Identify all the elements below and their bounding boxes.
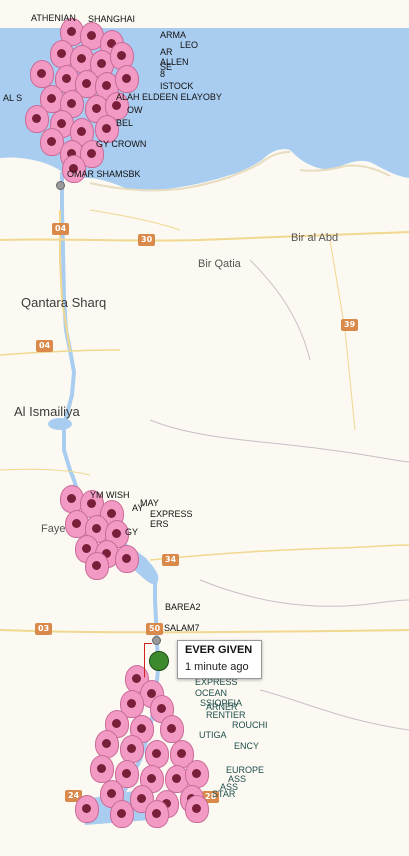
vessel-marker-icon[interactable] bbox=[95, 730, 119, 758]
vessel-label[interactable]: OCEAN bbox=[195, 689, 227, 698]
vessel-marker-icon[interactable] bbox=[145, 800, 169, 828]
vessel-label[interactable]: RENTIER bbox=[206, 711, 246, 720]
vessel-label[interactable]: BAREA2 bbox=[165, 603, 201, 612]
vessel-label[interactable]: BEL bbox=[116, 119, 133, 128]
map-canvas[interactable]: Qantara Sharq Al Ismailiya Bir al Abd Bi… bbox=[0, 0, 409, 856]
vessel-label[interactable]: SE bbox=[160, 63, 172, 72]
vessel-marker-icon[interactable] bbox=[145, 740, 169, 768]
vessel-label[interactable]: ATHENIAN bbox=[31, 14, 76, 23]
place-bir-qatia: Bir Qatia bbox=[198, 258, 241, 270]
vessel-label[interactable]: ALAH ELDEEN ELAYOBY bbox=[116, 93, 222, 102]
vessel-label[interactable]: LEO bbox=[180, 41, 198, 50]
vessel-label[interactable]: ARMA bbox=[160, 31, 186, 40]
vessel-label[interactable]: AY bbox=[132, 504, 143, 513]
road-shield: 03 bbox=[35, 623, 53, 635]
tooltip-timestamp: 1 minute ago bbox=[185, 661, 249, 673]
vessel-marker-icon[interactable] bbox=[160, 715, 184, 743]
ever-given-marker-icon[interactable] bbox=[149, 651, 169, 671]
vessel-label[interactable]: ARNER bbox=[206, 703, 238, 712]
vessel-marker-icon[interactable] bbox=[30, 60, 54, 88]
vessel-label[interactable]: UTIGA bbox=[199, 731, 227, 740]
vessel-label[interactable]: SHANGHAI bbox=[88, 15, 135, 24]
tooltip-vessel-name: EVER GIVEN bbox=[185, 644, 253, 656]
vessel-label[interactable]: EXPRESS bbox=[150, 510, 193, 519]
vessel-tooltip[interactable]: EVER GIVEN 1 minute ago bbox=[177, 640, 262, 679]
vessel-label[interactable]: GY bbox=[125, 528, 138, 537]
vessel-label[interactable]: AL S bbox=[3, 94, 22, 103]
road-shield: 34 bbox=[162, 554, 180, 566]
road-shield: 30 bbox=[138, 234, 156, 246]
vessel-label[interactable]: YM WISH bbox=[90, 491, 130, 500]
vessel-marker-icon[interactable] bbox=[185, 795, 209, 823]
vessel-marker-icon[interactable] bbox=[115, 65, 139, 93]
vessel-label[interactable]: SALAM7 bbox=[164, 624, 200, 633]
position-dot[interactable] bbox=[56, 181, 65, 190]
place-qantara-sharq: Qantara Sharq bbox=[21, 295, 107, 310]
road-shield: 04 bbox=[52, 223, 70, 235]
vessel-marker-icon[interactable] bbox=[185, 760, 209, 788]
place-bir-al-abd: Bir al Abd bbox=[291, 232, 339, 244]
vessel-marker-icon[interactable] bbox=[110, 800, 134, 828]
vessel-marker-icon[interactable] bbox=[90, 755, 114, 783]
vessel-label[interactable]: AR bbox=[160, 48, 173, 57]
vessel-marker-icon[interactable] bbox=[85, 552, 109, 580]
vessel-label[interactable]: STAR bbox=[212, 790, 235, 799]
vessel-label[interactable]: OW bbox=[127, 106, 143, 115]
vessel-label[interactable]: EXPRESS bbox=[195, 678, 238, 687]
vessel-marker-icon[interactable] bbox=[120, 735, 144, 763]
vessel-label[interactable]: ERS bbox=[150, 520, 169, 529]
place-al-ismailiya: Al Ismailiya bbox=[14, 404, 80, 419]
road-shield: 04 bbox=[36, 340, 54, 352]
place-faye: Faye bbox=[41, 523, 66, 535]
vessel-label[interactable]: GY CROWN bbox=[96, 140, 146, 149]
vessel-label[interactable]: ENCY bbox=[234, 742, 259, 751]
vessel-marker-icon[interactable] bbox=[75, 795, 99, 823]
vessel-label[interactable]: ROUCHI bbox=[232, 721, 268, 730]
road-shield: 39 bbox=[341, 319, 359, 331]
road-shield: 50 bbox=[146, 623, 164, 635]
vessel-label[interactable]: ISTOCK bbox=[160, 82, 193, 91]
vessel-label[interactable]: OMAR SHAMSBK bbox=[67, 170, 141, 179]
vessel-marker-icon[interactable] bbox=[115, 545, 139, 573]
